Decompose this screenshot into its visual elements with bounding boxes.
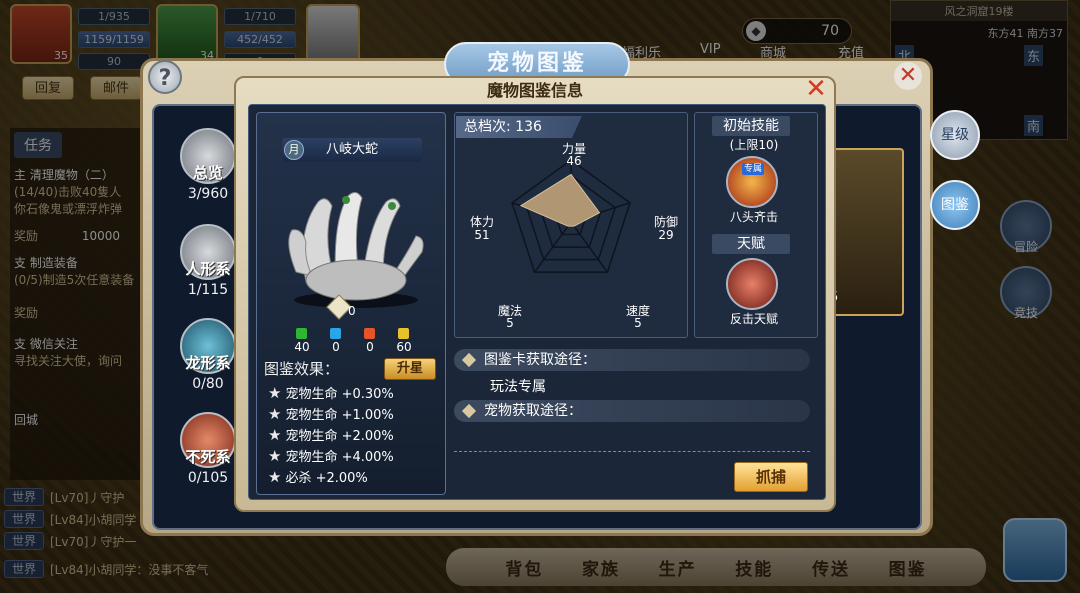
star-icon: ★ [268,405,282,423]
category-dragon-icon: 龙形系 [180,318,236,374]
effect-row: ★ 宠物生命 +2.00% [268,425,394,444]
codex-close-button[interactable]: ✕ [894,62,922,90]
category-undead-icon: 不死系 [180,412,236,468]
category-label: 不死系 [185,448,231,466]
effect-row: ★ 宠物生命 +4.00% [268,446,394,465]
green-gem-value: 40 [294,340,310,354]
effect-row: ★ 宠物生命 +1.00% [268,404,394,423]
effect-text: 宠物生命 +4.00% [285,450,394,465]
blue-gem-icon [330,328,341,339]
pet-source-label: 宠物获取途径： [484,403,582,419]
star-icon: ★ [268,426,282,444]
stat-magic-value: 5 [506,316,514,330]
pet-portrait-image [288,192,424,308]
skill-limit: (上限10) [729,138,779,152]
stat-defense-value: 29 [658,228,674,242]
category-overview-icon: 总览 [180,128,236,184]
star-icon: ★ [268,447,282,465]
diamond-bullet-icon [461,352,477,368]
exclusive-skill-tag: 专属 [742,163,764,175]
codex-effect-label: 图鉴效果： [264,360,340,378]
codex-tab-button[interactable]: 图鉴 [930,180,980,230]
category-label: 人形系 [185,260,231,278]
effect-text: 必杀 +2.00% [285,471,368,486]
talent-header: 天赋 [712,234,790,254]
yellow-gem-value: 60 [396,340,412,354]
category-humanoid-icon: 人形系 [180,224,236,280]
blue-gem-value: 0 [332,340,340,354]
dialog-close-button[interactable]: ✕ [804,76,828,102]
effect-row: ★ 必杀 +2.00% [268,467,368,486]
effect-text: 宠物生命 +0.30% [285,387,394,402]
help-button[interactable]: ? [148,60,182,94]
skill-name: 八头齐击 [729,210,778,224]
star-icon: ★ [268,384,282,402]
stat-speed-value: 5 [634,316,642,330]
effect-row: ★ 宠物生命 +0.30% [268,383,394,402]
effect-text: 宠物生命 +2.00% [285,429,394,444]
stat-strength-value: 46 [566,154,582,168]
diamond-bullet-icon [461,403,477,419]
effect-text: 宠物生命 +1.00% [285,408,394,423]
pet-source-row: 宠物获取途径： [454,400,810,422]
pet-name: 八岐大蛇 [325,142,378,157]
capture-button[interactable]: 抓捕 [734,462,808,492]
card-source-value: 玩法专属 [490,379,546,395]
pet-rarity-icon: 月 [284,140,304,160]
red-gem-value: 0 [366,340,374,354]
radar-stat-polygon [519,173,601,227]
star-level-button[interactable]: 星级 [930,110,980,160]
counter-talent-icon[interactable] [726,258,778,310]
category-label: 龙形系 [185,354,231,372]
upgrade-star-button[interactable]: 升星 [384,358,436,380]
divider [454,451,810,452]
green-gem-icon [296,328,307,339]
talent-name: 反击天赋 [729,312,778,326]
red-gem-icon [364,328,375,339]
yellow-gem-icon [398,328,409,339]
star-icon: ★ [268,468,282,486]
category-label: 总览 [192,164,223,182]
stat-stamina-value: 51 [474,228,490,242]
card-source-row: 图鉴卡获取途径： [454,349,810,371]
card-source-label: 图鉴卡获取途径： [484,352,596,368]
stone-count: 0 [348,304,356,318]
dialog-title: 魔物图鉴信息 [486,81,583,100]
initial-skill-header: 初始技能 [712,116,790,136]
